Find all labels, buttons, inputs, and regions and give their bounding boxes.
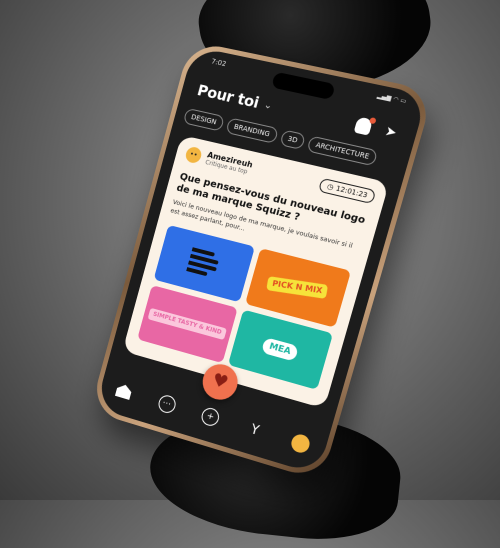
chip-architecture[interactable]: ARCHITECTURE bbox=[306, 135, 379, 167]
pick-n-mix-logo: PICK N MIX bbox=[266, 276, 329, 300]
chip-3d[interactable]: 3D bbox=[278, 129, 307, 151]
simple-tasty-logo: SIMPLE TASTY & KIND bbox=[147, 307, 227, 341]
send-icon[interactable]: ➤ bbox=[378, 120, 404, 144]
heart-icon: ♥ bbox=[209, 369, 231, 394]
timer-badge: ◷ 12:01:23 bbox=[318, 177, 377, 205]
page-title[interactable]: Pour toi bbox=[195, 81, 261, 112]
mea-logo: MEA bbox=[261, 337, 299, 362]
chevron-down-icon[interactable]: ⌄ bbox=[263, 99, 274, 111]
phone: 7:02 ▂▄▆ ◠ ▭ Pour toi ⌄ ➤ DESIGN BRANDIN… bbox=[89, 40, 435, 482]
ghost-notification-icon[interactable] bbox=[350, 114, 376, 138]
screen: 7:02 ▂▄▆ ◠ ▭ Pour toi ⌄ ➤ DESIGN BRANDIN… bbox=[95, 46, 428, 475]
timer-value: 12:01:23 bbox=[334, 184, 369, 200]
post-card[interactable]: Amezireuh Critique au top ◷ 12:01:23 Que… bbox=[122, 134, 390, 409]
status-icons: ▂▄▆ ◠ ▭ bbox=[376, 92, 408, 106]
chip-branding[interactable]: BRANDING bbox=[225, 117, 279, 144]
add-icon[interactable]: + bbox=[197, 404, 223, 431]
squizz-logo bbox=[185, 245, 223, 281]
home-icon[interactable] bbox=[111, 378, 136, 404]
profile-icon[interactable] bbox=[287, 430, 314, 457]
clock-icon: ◷ bbox=[326, 182, 335, 192]
trophy-icon[interactable]: Y bbox=[242, 417, 269, 444]
post-author[interactable]: Amezireuh Critique au top bbox=[184, 145, 254, 177]
status-time: 7:02 bbox=[210, 57, 228, 69]
dynamic-island bbox=[271, 71, 336, 101]
more-icon[interactable]: ⋯ bbox=[154, 391, 180, 417]
avatar bbox=[184, 145, 204, 165]
chip-design[interactable]: DESIGN bbox=[182, 107, 225, 132]
